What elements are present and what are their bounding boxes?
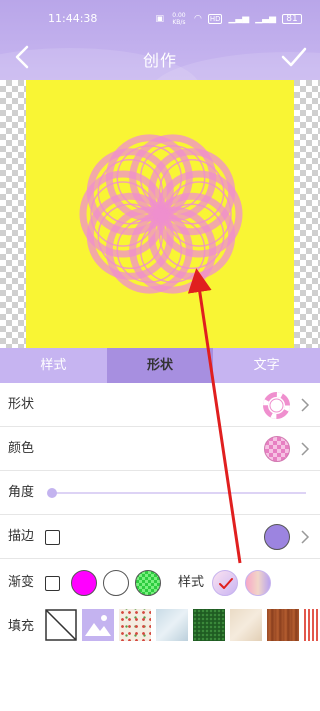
fill-image-option[interactable] (82, 609, 114, 641)
tab-style[interactable]: 样式 (0, 348, 107, 383)
shape-label: 形状 (8, 397, 35, 412)
data-speed: 0.00 KB/s (172, 12, 186, 26)
design-canvas[interactable] (26, 80, 294, 348)
color-row[interactable]: 颜色 (0, 427, 320, 471)
stroke-row: 描边 (0, 515, 320, 559)
canvas-area (0, 80, 320, 348)
page-title: 创作 (142, 51, 177, 70)
fill-label: 填充 (8, 619, 35, 634)
fill-none-option[interactable] (45, 609, 77, 641)
gradient-color-3[interactable] (135, 570, 161, 596)
signal-icon: ▁▃▅ (228, 14, 250, 24)
angle-row: 角度 (0, 471, 320, 515)
fill-beige-texture[interactable] (230, 609, 262, 641)
fill-floral-texture[interactable] (119, 609, 151, 641)
color-label: 颜色 (8, 441, 35, 456)
vibrate-icon: ▣ (155, 14, 164, 24)
fill-wood-texture[interactable] (267, 609, 299, 641)
signal-icon: ▁▃▅ (255, 14, 276, 24)
app-header: 11:44:38 ▣ 0.00 KB/s ◠ HD ▁▃▅ ▁▃▅ 81 创作 (0, 0, 320, 80)
chevron-right-icon (301, 530, 310, 544)
tab-bar: 样式 形状 文字 (0, 348, 320, 383)
gradient-style-linear[interactable] (212, 570, 238, 596)
wifi-icon: ◠ (193, 14, 202, 24)
gradient-style-label: 样式 (178, 575, 205, 590)
color-swatch[interactable] (264, 436, 290, 462)
chevron-right-icon (301, 398, 310, 412)
status-icons: ▣ 0.00 KB/s ◠ HD ▁▃▅ ▁▃▅ 81 (155, 12, 302, 26)
confirm-button[interactable] (280, 44, 308, 70)
tab-text[interactable]: 文字 (213, 348, 320, 383)
chevron-right-icon (301, 442, 310, 456)
tab-shape[interactable]: 形状 (106, 348, 214, 383)
gradient-color-1[interactable] (71, 570, 97, 596)
gradient-style-radial[interactable] (245, 570, 271, 596)
gradient-checkbox[interactable] (45, 576, 60, 591)
gradient-color-2[interactable] (103, 570, 129, 596)
stroke-checkbox[interactable] (45, 530, 60, 545)
rosette-shape[interactable] (26, 80, 294, 348)
hd-badge: HD (207, 14, 223, 24)
gradient-label: 渐变 (8, 575, 35, 590)
fill-ice-texture[interactable] (156, 609, 188, 641)
angle-slider-track[interactable] (52, 492, 306, 494)
angle-label: 角度 (8, 485, 35, 500)
fill-green-texture[interactable] (193, 609, 225, 641)
lifebuoy-icon[interactable] (263, 392, 290, 419)
angle-slider-thumb[interactable] (47, 488, 57, 498)
stroke-color-swatch[interactable] (264, 524, 290, 550)
status-bar: 11:44:38 ▣ 0.00 KB/s ◠ HD ▁▃▅ ▁▃▅ 81 (0, 12, 320, 28)
stroke-label: 描边 (8, 529, 35, 544)
fill-stripes-texture[interactable] (304, 609, 320, 641)
status-time: 11:44:38 (48, 12, 98, 25)
shape-row[interactable]: 形状 (0, 383, 320, 427)
gradient-row: 渐变 样式 (0, 559, 320, 607)
check-icon (219, 578, 233, 589)
battery-icon: 81 (282, 14, 302, 24)
